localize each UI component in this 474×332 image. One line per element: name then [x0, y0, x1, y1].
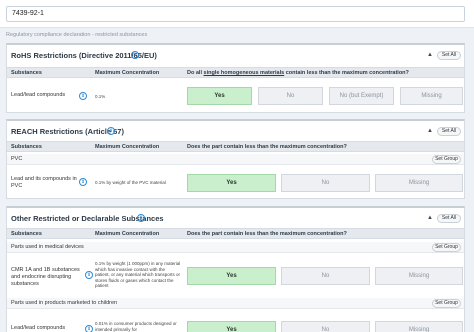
option-yes[interactable]: Yes: [187, 87, 252, 105]
max-concentration: 0.1% by weight of the PVC material: [95, 180, 166, 185]
col-max-concentration: Maximum Concentration: [95, 70, 160, 76]
set-all-button[interactable]: Set All: [437, 214, 461, 223]
substance-name: Lead/lead compounds: [11, 325, 66, 331]
option-no-but-exempt[interactable]: No (but Exempt): [329, 87, 394, 105]
group-label: Parts used in medical devices: [11, 244, 84, 250]
group-label: Parts used in products marketed to child…: [11, 300, 118, 306]
substance-name: CMR 1A and 1B substances and endocrine d…: [11, 267, 80, 287]
option-no[interactable]: No: [281, 174, 370, 192]
option-yes[interactable]: Yes: [187, 321, 276, 332]
table-row: Lead and its compounds in PVC i 0.1% by …: [7, 166, 464, 198]
set-all-button[interactable]: Set All: [437, 127, 461, 136]
info-icon[interactable]: i: [137, 214, 145, 222]
option-missing[interactable]: Missing: [400, 87, 463, 105]
set-all-button[interactable]: Set All: [437, 51, 461, 60]
table-row: Lead/lead compounds i 0.1% Yes No No (bu…: [7, 81, 464, 111]
col-max-concentration: Maximum Concentration: [95, 144, 160, 150]
col-substances: Substances: [11, 231, 42, 237]
other-restricted-panel: Other Restricted or Declarable Substance…: [6, 206, 465, 332]
group-label: PVC: [11, 156, 23, 162]
substance-name: Lead/lead compounds: [11, 92, 66, 98]
column-header-row: Substances Maximum Concentration Does th…: [7, 141, 464, 152]
column-header-row: Substances Maximum Concentration Does th…: [7, 228, 464, 239]
group-row-children-products: Parts used in products marketed to child…: [7, 298, 464, 309]
column-header-row: Substances Maximum Concentration Do all …: [7, 67, 464, 78]
search-input[interactable]: 7439-92-1: [6, 6, 465, 22]
col-question: Does the part contain less than the maxi…: [187, 231, 347, 237]
group-row-pvc: PVC Set Group: [7, 154, 464, 165]
col-substances: Substances: [11, 70, 42, 76]
homogeneous-materials-link[interactable]: single homogeneous materials: [204, 70, 285, 76]
col-question: Do all single homogeneous materials cont…: [187, 70, 409, 76]
panel-header: REACH Restrictions (Article 67) i ▲ Set …: [7, 121, 464, 141]
max-concentration: 0.1% by weight (1 000ppm) in any materia…: [95, 261, 181, 288]
reach-panel: REACH Restrictions (Article 67) i ▲ Set …: [6, 119, 465, 199]
panel-header: RoHS Restrictions (Directive 2011/65/EU)…: [7, 45, 464, 65]
option-missing[interactable]: Missing: [375, 174, 463, 192]
chevron-up-icon[interactable]: ▲: [427, 128, 433, 134]
table-row: Lead/lead compounds i 0.01% in consumer …: [7, 311, 464, 332]
option-yes[interactable]: Yes: [187, 267, 276, 285]
breadcrumb: Regulatory compliance declaration - rest…: [6, 32, 148, 38]
chevron-up-icon[interactable]: ▲: [427, 52, 433, 58]
max-concentration: 0.01% in consumer products designed or i…: [95, 321, 177, 332]
col-substances: Substances: [11, 144, 42, 150]
col-max-concentration: Maximum Concentration: [95, 231, 160, 237]
option-yes[interactable]: Yes: [187, 174, 276, 192]
set-group-button[interactable]: Set Group: [432, 243, 461, 252]
substance-name: Lead and its compounds in PVC: [11, 176, 77, 189]
info-icon[interactable]: i: [85, 325, 93, 332]
info-icon[interactable]: i: [107, 127, 115, 135]
set-group-button[interactable]: Set Group: [432, 155, 461, 164]
max-concentration: 0.1%: [95, 94, 106, 99]
group-row-medical-devices: Parts used in medical devices Set Group: [7, 242, 464, 253]
option-no[interactable]: No: [281, 267, 370, 285]
chevron-up-icon[interactable]: ▲: [427, 215, 433, 221]
table-row: CMR 1A and 1B substances and endocrine d…: [7, 255, 464, 295]
panel-header: Other Restricted or Declarable Substance…: [7, 208, 464, 228]
info-icon[interactable]: i: [131, 51, 139, 59]
info-icon[interactable]: i: [79, 92, 87, 100]
rohs-panel: RoHS Restrictions (Directive 2011/65/EU)…: [6, 43, 465, 113]
option-missing[interactable]: Missing: [375, 321, 463, 332]
info-icon[interactable]: i: [85, 271, 93, 279]
option-no[interactable]: No: [281, 321, 370, 332]
col-question: Does the part contain less than the maxi…: [187, 144, 347, 150]
option-no[interactable]: No: [258, 87, 323, 105]
top-bar: 7439-92-1: [0, 0, 474, 28]
set-group-button[interactable]: Set Group: [432, 299, 461, 308]
info-icon[interactable]: i: [79, 178, 87, 186]
option-missing[interactable]: Missing: [375, 267, 463, 285]
